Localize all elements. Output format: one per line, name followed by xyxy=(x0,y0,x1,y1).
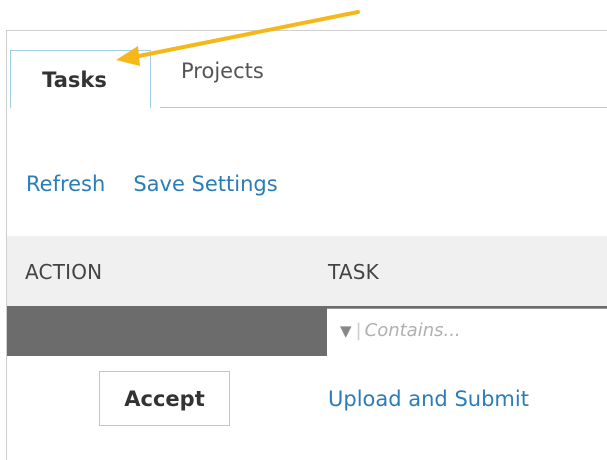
toolbar: Refresh Save Settings xyxy=(26,172,306,206)
column-header-task[interactable]: TASK xyxy=(328,260,379,284)
save-settings-link[interactable]: Save Settings xyxy=(133,172,277,196)
tab-bar: Tasks Projects xyxy=(10,30,607,108)
task-link[interactable]: Upload and Submit xyxy=(328,387,529,411)
table-row: Accept Upload and Submit xyxy=(7,356,607,456)
tab-projects-label: Projects xyxy=(181,59,264,83)
tab-projects[interactable]: Projects xyxy=(181,50,301,108)
task-filter-input[interactable]: ▼ | Contains... xyxy=(327,308,607,356)
filter-separator: | xyxy=(355,320,362,341)
accept-button[interactable]: Accept xyxy=(99,371,230,426)
tab-tasks-label: Tasks xyxy=(42,68,107,92)
tab-underline xyxy=(160,107,607,108)
filter-row: ▼ | Contains... xyxy=(7,306,607,356)
filter-icon[interactable]: ▼ xyxy=(340,322,352,340)
tab-tasks[interactable]: Tasks xyxy=(10,50,151,108)
filter-placeholder: Contains... xyxy=(364,320,461,341)
column-header-action[interactable]: ACTION xyxy=(25,260,102,284)
table-header: ACTION TASK xyxy=(7,236,607,306)
refresh-link[interactable]: Refresh xyxy=(26,172,105,196)
